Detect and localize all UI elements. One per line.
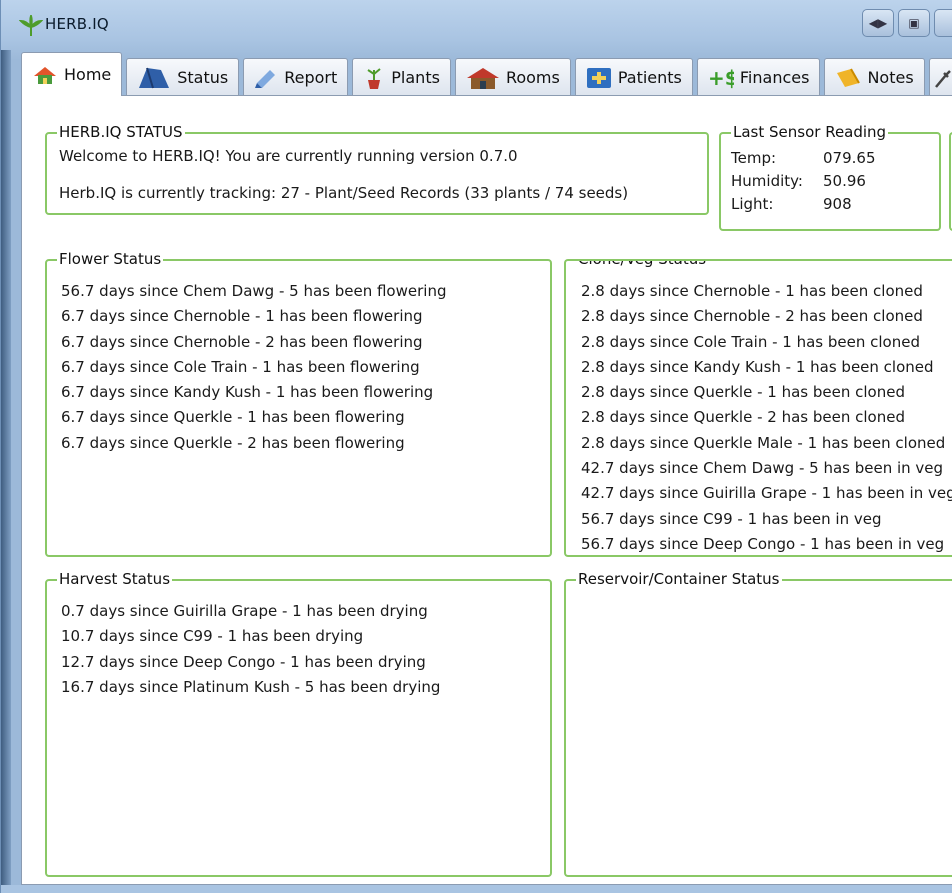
list-item: 6.7 days since Querkle - 1 has been flow… bbox=[61, 408, 405, 427]
list-item: 2.8 days since Chernoble - 2 has been cl… bbox=[581, 307, 923, 326]
tab-label: Report bbox=[284, 68, 338, 87]
tab-label: Finances bbox=[739, 68, 810, 87]
list-item: 10.7 days since C99 - 1 has been drying bbox=[61, 627, 364, 646]
group-title: Flower Status bbox=[57, 250, 164, 268]
rooms-icon bbox=[466, 67, 499, 89]
light-value: 908 bbox=[823, 195, 852, 213]
tab-label: Rooms bbox=[505, 68, 560, 87]
sensor-reading-group: Last Sensor Reading Temp: 079.65 Humidit… bbox=[719, 123, 941, 231]
list-item: 0.7 days since Guirilla Grape - 1 has be… bbox=[61, 602, 428, 620]
humidity-value: 50.96 bbox=[823, 172, 866, 190]
list-item: 6.7 days since Chernoble - 2 has been fl… bbox=[61, 332, 423, 351]
status-icon bbox=[139, 67, 170, 88]
title-bar[interactable]: HERB.IQ ◀▶ ▣ bbox=[1, 0, 952, 46]
group-title: Harvest Status bbox=[57, 570, 173, 588]
tab-plants[interactable]: Plants bbox=[352, 58, 451, 96]
tab-label: Notes bbox=[867, 68, 914, 87]
group-title: HERB.IQ STATUS bbox=[57, 123, 185, 141]
notes-icon bbox=[837, 68, 861, 87]
group-title: Last Sensor Reading bbox=[731, 123, 889, 141]
dollar-icon: +$ bbox=[708, 67, 734, 89]
tab-report[interactable]: Report bbox=[243, 58, 349, 96]
report-icon bbox=[255, 69, 276, 88]
list-item: 12.7 days since Deep Congo - 1 has been … bbox=[61, 652, 426, 671]
temp-value: 079.65 bbox=[823, 149, 876, 167]
harvest-status-group: Harvest Status 0.7 days since Guirilla G… bbox=[45, 570, 552, 877]
tab-home[interactable]: Home bbox=[21, 52, 123, 96]
list-item: 2.8 days since Cole Train - 1 has been c… bbox=[581, 332, 920, 351]
clone-veg-status-group: Clone/Veg Status 2.8 days since Chernobl… bbox=[564, 259, 952, 557]
tab-rooms[interactable]: Rooms bbox=[454, 58, 571, 96]
herbiq-status-group: HERB.IQ STATUS Welcome to HERB.IQ! You a… bbox=[45, 123, 709, 215]
list-item: 2.8 days since Querkle Male - 1 has been… bbox=[581, 433, 946, 452]
list-item: 16.7 days since Platinum Kush - 5 has be… bbox=[61, 677, 441, 696]
close-icon[interactable] bbox=[934, 9, 952, 37]
tab-label: Home bbox=[64, 65, 112, 84]
list-item: 2.8 days since Chernoble - 1 has been cl… bbox=[581, 282, 923, 300]
home-tab-panel: HERB.IQ STATUS Welcome to HERB.IQ! You a… bbox=[21, 95, 952, 885]
window-controls: ◀▶ ▣ bbox=[858, 9, 952, 37]
reservoir-container-status-group: Reservoir/Container Status bbox=[564, 570, 952, 877]
light-label: Light: bbox=[731, 195, 774, 213]
list-item: 56.7 days since Deep Congo - 1 has been … bbox=[581, 534, 945, 553]
tab-label: Patients bbox=[617, 68, 682, 87]
list-item: 2.8 days since Querkle - 1 has been clon… bbox=[581, 383, 905, 402]
svg-text:+$: +$ bbox=[708, 67, 734, 89]
welcome-text: Welcome to HERB.IQ! You are currently ru… bbox=[59, 147, 518, 165]
cannabis-leaf-icon bbox=[19, 15, 43, 36]
minimize-icon[interactable]: ◀▶ bbox=[862, 9, 894, 37]
home-icon bbox=[34, 66, 56, 84]
tab-finances[interactable]: +$ Finances bbox=[696, 58, 821, 96]
tab-more[interactable] bbox=[928, 58, 952, 96]
tab-label: Plants bbox=[391, 68, 440, 87]
clone-veg-status-list: 2.8 days since Chernoble - 1 has been cl… bbox=[581, 279, 952, 555]
tab-status[interactable]: Status bbox=[126, 58, 240, 96]
plant-icon bbox=[367, 67, 381, 89]
list-item: 42.7 days since Chem Dawg - 5 has been i… bbox=[581, 459, 944, 478]
patients-icon bbox=[586, 67, 611, 88]
list-item: 6.7 days since Chernoble - 1 has been fl… bbox=[61, 307, 423, 326]
window-bottom-edge bbox=[1, 885, 952, 893]
list-item: 56.7 days since C99 - 1 has been in veg bbox=[581, 509, 882, 528]
harvest-status-list: 0.7 days since Guirilla Grape - 1 has be… bbox=[61, 599, 440, 700]
maximize-icon[interactable]: ▣ bbox=[898, 9, 930, 37]
list-item: 2.8 days since Kandy Kush - 1 has been c… bbox=[581, 357, 934, 376]
tab-label: Status bbox=[177, 68, 229, 87]
window-title: HERB.IQ bbox=[45, 15, 109, 33]
list-item: 56.7 days since Chem Dawg - 5 has been f… bbox=[61, 282, 447, 300]
humidity-label: Humidity: bbox=[731, 172, 803, 190]
tab-patients[interactable]: Patients bbox=[574, 58, 693, 96]
list-item: 42.7 days since Guirilla Grape - 1 has b… bbox=[581, 484, 952, 503]
flower-status-group: Flower Status 56.7 days since Chem Dawg … bbox=[45, 250, 552, 557]
main-tabs: Home Status Report Plants Rooms Patients… bbox=[21, 52, 952, 96]
tab-notes[interactable]: Notes bbox=[824, 58, 925, 96]
window-edge bbox=[1, 50, 11, 893]
temp-label: Temp: bbox=[731, 149, 777, 167]
wrench-icon bbox=[934, 69, 951, 88]
list-item: 2.8 days since Querkle - 2 has been clon… bbox=[581, 408, 905, 427]
list-item: 6.7 days since Cole Train - 1 has been f… bbox=[61, 357, 420, 376]
group-title: Reservoir/Container Status bbox=[576, 570, 782, 588]
list-item: 6.7 days since Kandy Kush - 1 has been f… bbox=[61, 383, 434, 402]
app-window: HERB.IQ ◀▶ ▣ Home Status Report Plants R… bbox=[0, 0, 952, 893]
flower-status-list: 56.7 days since Chem Dawg - 5 has been f… bbox=[61, 279, 446, 456]
tracking-text: Herb.IQ is currently tracking: 27 - Plan… bbox=[59, 184, 629, 202]
group-title: Clone/Veg Status bbox=[576, 261, 709, 268]
list-item: 6.7 days since Querkle - 2 has been flow… bbox=[61, 433, 405, 452]
